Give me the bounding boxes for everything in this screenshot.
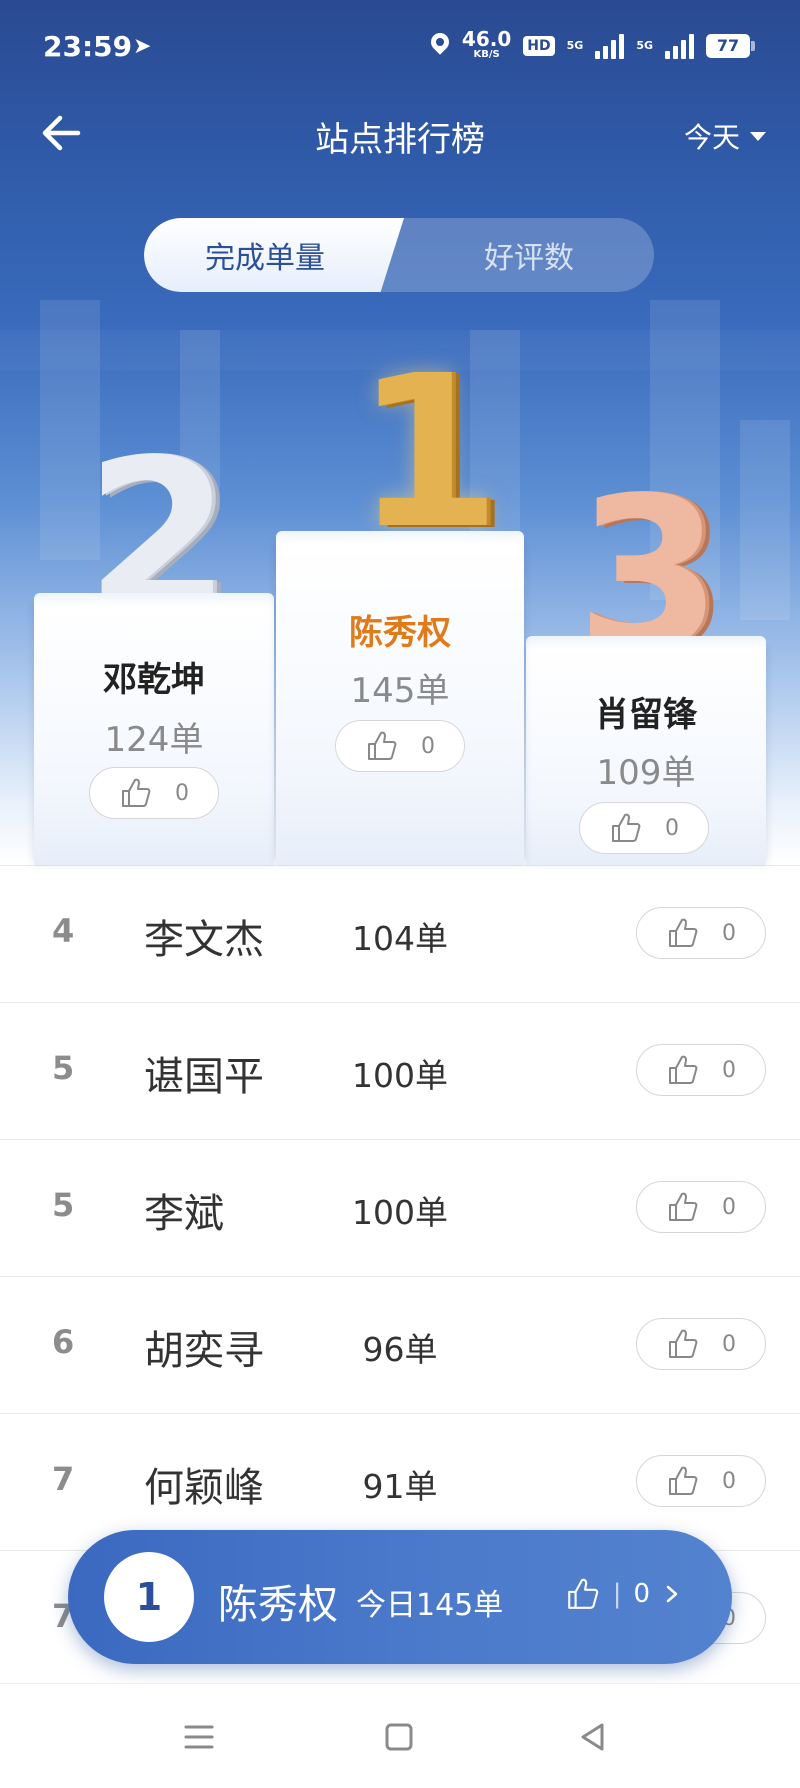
list-rank: 4 [52, 912, 75, 950]
list-rank: 5 [52, 1186, 75, 1224]
list-count: 96单 [362, 1330, 438, 1369]
list-count: 100单 [352, 1056, 448, 1095]
like-button[interactable]: 0 [636, 907, 766, 959]
list-name: 李文杰 [144, 917, 264, 963]
list-name: 何颖峰 [144, 1465, 264, 1511]
thumbs-up-icon [612, 813, 641, 842]
list-rank: 5 [52, 1049, 75, 1087]
podium-name: 邓乾坤 [103, 660, 205, 700]
podium-second: 邓乾坤 124单 0 [34, 593, 274, 865]
list-item: 4 李文杰 104单 0 [0, 865, 800, 1002]
signal-bars-icon [595, 33, 625, 59]
status-bar: 23:59 ➤ 46.0 KB/S HD 5G 5G 77 [0, 0, 800, 96]
like-count: 0 [175, 780, 189, 806]
my-rank-badge: 1 [104, 1552, 194, 1642]
like-button[interactable]: 0 [636, 1318, 766, 1370]
list-count: 100单 [352, 1193, 448, 1232]
podium-name: 肖留锋 [595, 695, 697, 735]
period-label: 今天 [683, 121, 740, 154]
hd-badge: HD [523, 35, 555, 56]
my-like-count: 0 [633, 1579, 650, 1609]
like-button[interactable]: 0 [636, 1181, 766, 1233]
home-square-icon[interactable] [378, 1716, 420, 1758]
caret-down-icon [750, 131, 766, 141]
thumbs-up-icon [122, 778, 151, 807]
network-type-2: 5G [636, 39, 653, 52]
thumbs-up-icon [669, 1466, 698, 1495]
podium-third: 肖留锋 109单 0 [526, 636, 766, 865]
thumbs-up-icon [567, 1578, 598, 1609]
page-title: 站点排行榜 [315, 120, 485, 160]
period-dropdown[interactable]: 今天 [684, 116, 766, 156]
like-count: 0 [722, 1331, 736, 1357]
thumbs-up-icon [669, 1329, 698, 1358]
list-count: 91单 [362, 1467, 438, 1506]
tab-completed-orders[interactable]: 完成单量 [144, 218, 404, 292]
ranking-type-tabs: 完成单量 好评数 [144, 218, 654, 292]
list-item: 6 胡奕寻 96单 0 [0, 1276, 800, 1413]
location-arrow-icon: ➤ [133, 34, 152, 59]
podium-count: 145单 [350, 671, 450, 711]
menu-icon[interactable] [178, 1716, 220, 1758]
thumbs-up-icon [669, 918, 698, 947]
like-button[interactable]: 0 [335, 720, 465, 772]
status-time: 23:59 [43, 30, 133, 63]
like-count: 0 [722, 1057, 736, 1083]
tab-good-reviews[interactable]: 好评数 [404, 218, 654, 292]
like-button[interactable]: 0 [636, 1044, 766, 1096]
list-item: 5 谌国平 100单 0 [0, 1002, 800, 1139]
my-count: 今日145单 [356, 1588, 504, 1623]
like-count: 0 [722, 1468, 736, 1494]
list-count: 104单 [352, 919, 448, 958]
location-pin-icon [430, 33, 450, 59]
list-name: 李斌 [144, 1191, 224, 1237]
podium-count: 124单 [104, 720, 204, 760]
podium-name: 陈秀权 [349, 613, 451, 653]
list-rank: 6 [52, 1323, 75, 1361]
like-count: 0 [421, 733, 435, 759]
thumbs-up-icon [368, 731, 397, 760]
like-button[interactable]: 0 [579, 802, 709, 854]
like-button[interactable]: 0 [636, 1455, 766, 1507]
network-speed: 46.0 KB/S [461, 27, 512, 60]
like-count: 0 [722, 920, 736, 946]
my-name: 陈秀权 [218, 1582, 338, 1628]
system-nav-bar [0, 1683, 800, 1788]
list-name: 胡奕寻 [144, 1328, 264, 1374]
battery-icon: 77 [706, 33, 755, 58]
list-item: 5 李斌 100单 0 [0, 1139, 800, 1276]
thumbs-up-icon [669, 1192, 698, 1221]
rank-1-numeral: 1 [355, 330, 502, 575]
separator: | [612, 1579, 622, 1609]
chevron-right-icon [666, 1585, 678, 1603]
like-count: 0 [665, 815, 679, 841]
thumbs-up-icon [669, 1055, 698, 1084]
podium-count: 109单 [596, 753, 696, 793]
like-button[interactable]: 0 [89, 767, 219, 819]
list-rank: 7 [52, 1460, 75, 1498]
back-triangle-icon[interactable] [572, 1716, 614, 1758]
network-type-1: 5G [566, 39, 584, 52]
my-rank-card[interactable]: 1 陈秀权 今日145单 | 0 [68, 1530, 732, 1664]
podium-first: 陈秀权 145单 0 [276, 531, 524, 865]
signal-bars-icon [665, 33, 694, 59]
my-likes: | 0 [565, 1576, 682, 1612]
list-name: 谌国平 [144, 1054, 264, 1100]
like-count: 0 [722, 1194, 736, 1220]
